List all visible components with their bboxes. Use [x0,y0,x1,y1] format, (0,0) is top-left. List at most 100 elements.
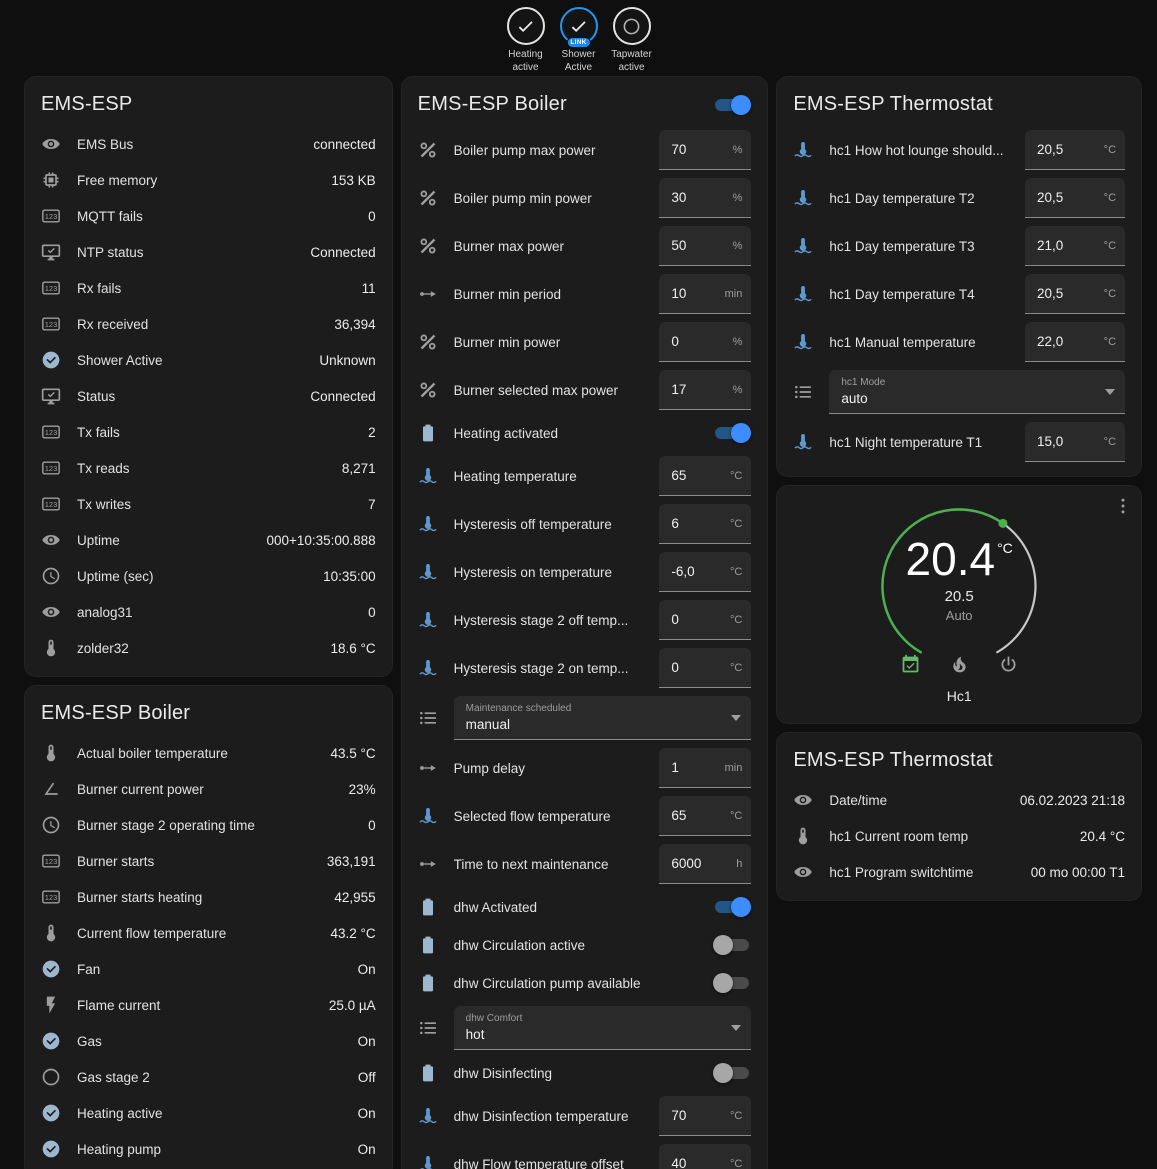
row-tx-fails[interactable]: 123Tx fails2 [25,414,392,450]
row-hysteresis-off-temperature[interactable]: Hysteresis off temperature6°C [402,500,768,548]
number-unit: h [736,858,742,870]
row-dhw-disinfection-temperature[interactable]: dhw Disinfection temperature70°C [402,1092,768,1140]
row-tx-reads[interactable]: 123Tx reads8,271 [25,450,392,486]
row-heating-pump[interactable]: Heating pumpOn [25,1131,392,1167]
toggle-switch[interactable] [713,1063,751,1083]
row-heating-activated[interactable]: Heating activated [402,414,768,452]
row-hc1-night-temperature-t1[interactable]: hc1 Night temperature T115,0°C [777,418,1141,466]
mode-button-power[interactable] [996,652,1021,680]
select-input[interactable]: Maintenance scheduledmanual [454,696,752,740]
row-hysteresis-stage-2-off-temp[interactable]: Hysteresis stage 2 off temp...0°C [402,596,768,644]
row-burner-stage-2-operating-time[interactable]: Burner stage 2 operating time0 [25,807,392,843]
toggle-switch[interactable] [713,973,751,993]
row-ems-bus[interactable]: EMS Busconnected [25,126,392,162]
number-input[interactable]: 40°C [659,1144,751,1169]
row-tx-writes[interactable]: 123Tx writes7 [25,486,392,522]
row-hc1-current-room-temp[interactable]: hc1 Current room temp20.4 °C [777,818,1141,854]
row-time-to-next-maintenance[interactable]: Time to next maintenance6000h [402,840,768,888]
row-burner-min-power[interactable]: Burner min power0% [402,318,768,366]
row-boiler-pump-max-power[interactable]: Boiler pump max power70% [402,126,768,174]
row-gas[interactable]: GasOn [25,1023,392,1059]
number-input[interactable]: 15,0°C [1025,422,1125,462]
mode-button-calendar-check[interactable] [898,652,923,680]
number-input[interactable]: 20,5°C [1025,130,1125,170]
row-selected-flow-temperature[interactable]: Selected flow temperature65°C [402,792,768,840]
row-heating-temperature[interactable]: Heating temperature65°C [402,452,768,500]
toggle-switch[interactable] [713,935,751,955]
row-dhw-circulation-active[interactable]: dhw Circulation active [402,926,768,964]
toggle-switch[interactable] [713,897,751,917]
number-input[interactable]: 65°C [659,456,751,496]
badge-shower-active[interactable]: LINKShower Active [555,7,603,76]
row-gas-stage-2[interactable]: Gas stage 2Off [25,1059,392,1095]
row-burner-max-power[interactable]: Burner max power50% [402,222,768,270]
row-analog31[interactable]: analog310 [25,594,392,630]
row-boiler-pump-min-power[interactable]: Boiler pump min power30% [402,174,768,222]
row-dhw-comfort[interactable]: dhw Comforthot [402,1002,768,1054]
number-input[interactable]: 20,5°C [1025,274,1125,314]
row-burner-selected-max-power[interactable]: Burner selected max power17% [402,366,768,414]
row-dhw-activated[interactable]: dhw Activated [402,888,768,926]
row-uptime[interactable]: Uptime000+10:35:00.888 [25,522,392,558]
badge-tapwater-active[interactable]: Tapwater active [608,7,656,76]
number-input[interactable]: 17% [659,370,751,410]
row-ntp-status[interactable]: NTP statusConnected [25,234,392,270]
row-hc1-day-temperature-t3[interactable]: hc1 Day temperature T321,0°C [777,222,1141,270]
number-input[interactable]: 1min [659,748,751,788]
row-burner-starts-heating[interactable]: 123Burner starts heating42,955 [25,879,392,915]
row-rx-received[interactable]: 123Rx received36,394 [25,306,392,342]
number-input[interactable]: 0°C [659,648,751,688]
row-maintenance-scheduled[interactable]: Maintenance scheduledmanual [402,692,768,744]
row-burner-starts[interactable]: 123Burner starts363,191 [25,843,392,879]
number-input[interactable]: 70°C [659,1096,751,1136]
row-hysteresis-stage-2-on-temp[interactable]: Hysteresis stage 2 on temp...0°C [402,644,768,692]
row-heating-active[interactable]: Heating activeOn [25,1095,392,1131]
row-hc1-day-temperature-t4[interactable]: hc1 Day temperature T420,5°C [777,270,1141,318]
row-hc1-day-temperature-t2[interactable]: hc1 Day temperature T220,5°C [777,174,1141,222]
row-hc1-mode[interactable]: hc1 Modeauto [777,366,1141,418]
number-input[interactable]: 20,5°C [1025,178,1125,218]
number-input[interactable]: 0°C [659,600,751,640]
number-input[interactable]: 6000h [659,844,751,884]
row-burner-min-period[interactable]: Burner min period10min [402,270,768,318]
row-dhw-flow-temperature-offset[interactable]: dhw Flow temperature offset40°C [402,1140,768,1169]
number-input[interactable]: 21,0°C [1025,226,1125,266]
more-options-button[interactable] [1113,496,1133,519]
row-current-flow-temperature[interactable]: Current flow temperature43.2 °C [25,915,392,951]
number-input[interactable]: 65°C [659,796,751,836]
toggle-switch[interactable] [713,423,751,443]
badge-heating-active[interactable]: Heating active [502,7,550,76]
row-hc1-how-hot-lounge-should[interactable]: hc1 How hot lounge should...20,5°C [777,126,1141,174]
row-shower-active[interactable]: Shower ActiveUnknown [25,342,392,378]
row-dhw-circulation-pump-available[interactable]: dhw Circulation pump available [402,964,768,1002]
row-free-memory[interactable]: Free memory153 KB [25,162,392,198]
number-input[interactable]: 0% [659,322,751,362]
number-input[interactable]: 22,0°C [1025,322,1125,362]
number-input[interactable]: 6°C [659,504,751,544]
row-hysteresis-on-temperature[interactable]: Hysteresis on temperature-6,0°C [402,548,768,596]
select-input[interactable]: hc1 Modeauto [829,370,1125,414]
number-input[interactable]: 10min [659,274,751,314]
row-pump-delay[interactable]: Pump delay1min [402,744,768,792]
thermostat-dial[interactable]: 20.4°C20.5Auto [869,496,1049,676]
row-hc1-manual-temperature[interactable]: hc1 Manual temperature22,0°C [777,318,1141,366]
row-mqtt-fails[interactable]: 123MQTT fails0 [25,198,392,234]
row-zolder32[interactable]: zolder3218.6 °C [25,630,392,666]
row-date-time[interactable]: Date/time06.02.2023 21:18 [777,782,1141,818]
row-fan[interactable]: FanOn [25,951,392,987]
select-input[interactable]: dhw Comforthot [454,1006,752,1050]
row-status[interactable]: StatusConnected [25,378,392,414]
number-input[interactable]: -6,0°C [659,552,751,592]
row-rx-fails[interactable]: 123Rx fails11 [25,270,392,306]
row-actual-boiler-temperature[interactable]: Actual boiler temperature43.5 °C [25,735,392,771]
row-hc1-program-switchtime[interactable]: hc1 Program switchtime00 mo 00:00 T1 [777,854,1141,890]
number-input[interactable]: 70% [659,130,751,170]
row-flame-current[interactable]: Flame current25.0 µA [25,987,392,1023]
row-uptime-sec[interactable]: Uptime (sec)10:35:00 [25,558,392,594]
mode-button-fire[interactable] [947,652,972,680]
number-input[interactable]: 50% [659,226,751,266]
row-dhw-disinfecting[interactable]: dhw Disinfecting [402,1054,768,1092]
row-burner-current-power[interactable]: Burner current power23% [25,771,392,807]
number-input[interactable]: 30% [659,178,751,218]
card-toggle-switch[interactable] [713,95,751,115]
